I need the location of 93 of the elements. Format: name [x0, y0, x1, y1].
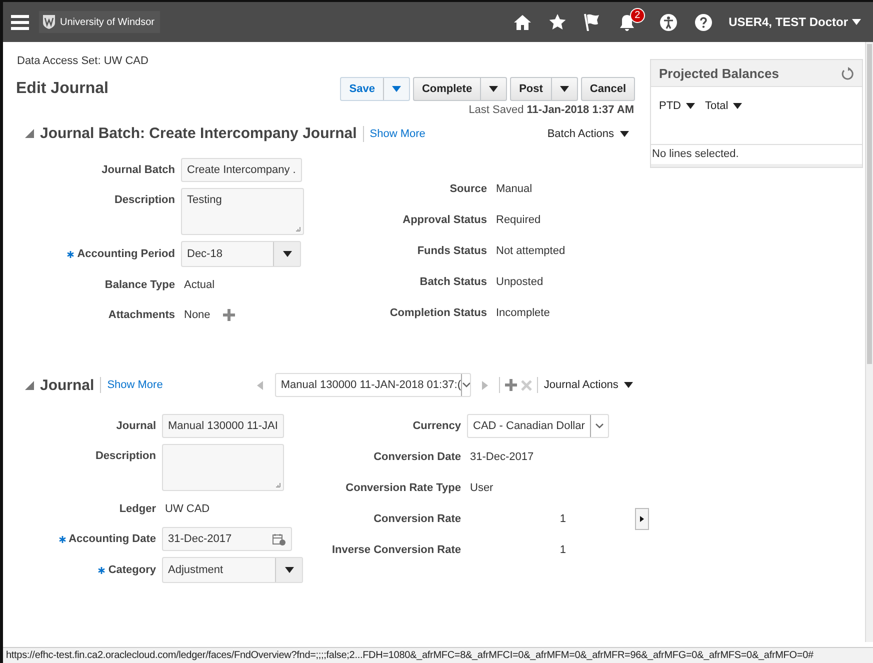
dropdown-field[interactable]: Adjustment	[162, 557, 303, 583]
field-value: Required	[496, 214, 541, 226]
caret-icon	[852, 19, 861, 25]
field-label: Attachments	[108, 309, 175, 321]
field-label: Description	[114, 194, 175, 206]
caret-icon	[686, 103, 695, 109]
field-value: 1	[558, 544, 566, 556]
dropdown-field[interactable]: Dec-18	[181, 241, 301, 267]
calendar-icon[interactable]	[272, 532, 286, 546]
field-value: Not attempted	[496, 245, 566, 257]
field-label: Source	[450, 183, 487, 195]
field-value: Incomplete	[496, 307, 550, 319]
dropdown-field[interactable]: CAD - Canadian Dollar	[467, 414, 609, 438]
split-button[interactable]: Post	[510, 77, 578, 101]
flag-icon[interactable]	[584, 13, 600, 31]
collapse-triangle-icon[interactable]	[25, 129, 34, 138]
field-label: Conversion Rate Type	[346, 482, 461, 494]
field-label: Journal	[116, 420, 156, 432]
caret-icon	[624, 382, 634, 388]
status-url: https://efhc-test.fin.ca2.oraclecloud.com/ledger/faces/FndOverview?fnd=;;;;false;2...FDH=1080&_afrMFC=8&_afrMFCI=0&_afrMFM=0&_afrMFR=96&_afrMFG=0&_afrMFS=0&_afrMFO=0#	[3, 647, 873, 663]
caret-icon	[489, 86, 498, 92]
field-label: Currency	[412, 420, 461, 432]
field-label: Conversion Rate	[374, 513, 461, 525]
caret-icon	[284, 567, 294, 573]
refresh-icon[interactable]	[841, 66, 854, 80]
logo[interactable]: University of Windsor	[39, 11, 160, 33]
home-icon[interactable]	[514, 14, 531, 30]
show-more-link[interactable]: Show More	[370, 128, 426, 140]
resize-grip-icon[interactable]	[275, 482, 281, 488]
field-label: Journal Batch	[102, 164, 175, 176]
field-value: 1	[558, 513, 566, 525]
collapse-triangle-icon[interactable]	[25, 380, 34, 390]
menu-icon[interactable]	[11, 14, 29, 30]
caret-icon	[733, 103, 742, 109]
field-label: Description	[95, 450, 156, 462]
field-value: Manual	[496, 183, 532, 195]
resize-grip-icon[interactable]	[295, 226, 301, 232]
field-label: Accounting Period	[77, 248, 175, 260]
bell-icon[interactable]	[618, 14, 635, 30]
input-field[interactable]: Manual 130000 11-JAI	[162, 414, 284, 438]
section-title: Journal Batch: Create Intercompany Journal	[40, 125, 357, 142]
field-label: Balance Type	[104, 279, 175, 291]
accessibility-icon[interactable]	[660, 14, 677, 30]
star-icon[interactable]	[548, 14, 566, 30]
chevron-icon	[462, 382, 470, 388]
data-access-set: Data Access Set: UW CAD	[17, 55, 150, 67]
field-value: 31-Dec-2017	[470, 451, 534, 463]
journal-selector[interactable]: Manual 130000 11-JAN-2018 01:37:(	[274, 373, 471, 397]
field-value: None	[184, 309, 210, 321]
required-icon	[67, 250, 74, 258]
input-field[interactable]: Create Intercompany .	[181, 158, 302, 182]
field-label: Completion Status	[390, 307, 487, 319]
add-icon[interactable]	[504, 379, 517, 391]
section-title: Journal	[40, 376, 94, 394]
user-menu[interactable]: USER4, TEST Doctor	[728, 15, 861, 29]
page-title: Edit Journal	[16, 80, 108, 98]
field-label: Funds Status	[417, 245, 487, 257]
save-button[interactable]: Save	[340, 77, 410, 101]
caret-icon	[282, 251, 292, 257]
caret-icon	[560, 86, 569, 92]
field-value: Actual	[184, 279, 215, 291]
empty-message: No lines selected.	[651, 144, 862, 167]
field-value: UW CAD	[165, 503, 210, 515]
last-saved-text: Last Saved 11-Jan-2018 1:37 AM	[468, 104, 634, 116]
field-label: Category	[108, 564, 156, 576]
caret-icon	[392, 86, 401, 92]
dropdown-menu[interactable]: PTD	[659, 100, 695, 112]
caret-icon	[620, 130, 629, 136]
actions-menu[interactable]: Journal Actions	[544, 379, 634, 391]
split-button[interactable]: Complete	[412, 77, 508, 101]
actions-menu[interactable]: Batch Actions	[547, 128, 629, 140]
help-icon[interactable]	[694, 14, 712, 30]
field-label: Approval Status	[402, 214, 487, 226]
panel-title: Projected Balances	[659, 66, 779, 80]
expand-button[interactable]	[635, 508, 649, 530]
cancel-button[interactable]: Cancel	[580, 77, 635, 101]
notification-badge: 2	[630, 8, 646, 22]
text-area[interactable]: Testing	[181, 188, 304, 235]
field-label: Batch Status	[420, 276, 487, 288]
field-label: Conversion Date	[374, 451, 461, 463]
arrow-icon	[640, 516, 644, 522]
field-label: Inverse Conversion Rate	[332, 544, 461, 556]
field-value: User	[470, 482, 494, 494]
add-icon[interactable]	[223, 309, 236, 321]
required-icon	[58, 536, 66, 542]
chevron-icon	[595, 423, 604, 429]
field-label: Accounting Date	[68, 533, 156, 545]
dropdown-menu[interactable]: Total	[705, 100, 742, 112]
required-icon	[98, 566, 106, 574]
show-more-link[interactable]: Show More	[107, 379, 163, 391]
field-label: Ledger	[119, 503, 156, 515]
date-field[interactable]: 31-Dec-2017	[162, 527, 292, 551]
field-value: Unposted	[496, 276, 544, 288]
